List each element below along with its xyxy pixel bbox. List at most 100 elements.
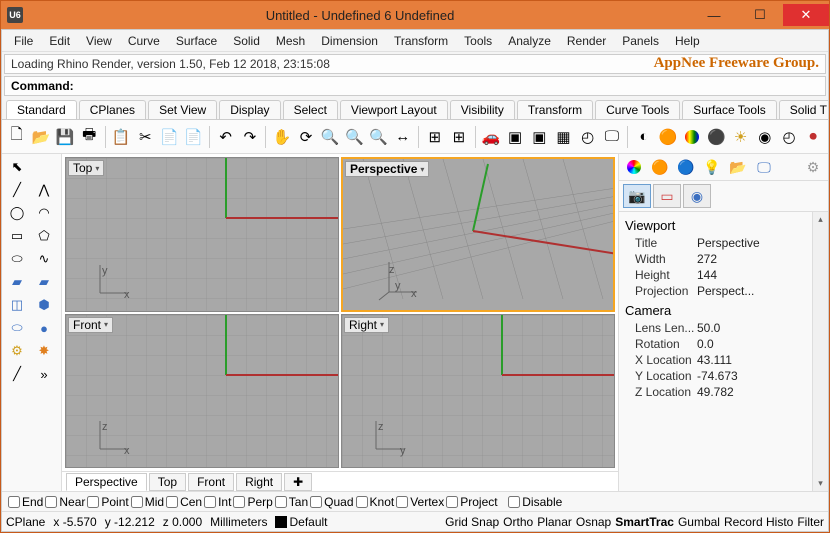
viewport-top-label[interactable]: Top▾: [68, 160, 104, 176]
tab-standard[interactable]: Standard: [6, 100, 77, 119]
viewport-perspective[interactable]: Perspective▾ zxy: [341, 157, 615, 312]
scroll-down-icon[interactable]: ▾: [816, 476, 825, 491]
undo-icon[interactable]: ↶: [215, 124, 236, 150]
car-icon[interactable]: 🚗: [480, 124, 501, 150]
vtab-front[interactable]: Front: [188, 473, 234, 491]
vtab-top[interactable]: Top: [149, 473, 186, 491]
viewport-perspective-label[interactable]: Perspective▾: [345, 161, 429, 177]
menu-edit[interactable]: Edit: [41, 32, 78, 50]
osnap-project[interactable]: Project: [446, 495, 497, 509]
osnap-near[interactable]: Near: [45, 495, 85, 509]
tab-cplanes[interactable]: CPlanes: [79, 100, 146, 119]
cplane-icon[interactable]: ▣: [505, 124, 526, 150]
explode-icon[interactable]: ✸: [31, 340, 57, 362]
menu-file[interactable]: File: [6, 32, 41, 50]
tab-select[interactable]: Select: [283, 100, 338, 119]
menu-mesh[interactable]: Mesh: [268, 32, 313, 50]
ellipse-icon[interactable]: ⬭: [4, 248, 30, 270]
render-icon[interactable]: 🟠: [657, 124, 678, 150]
paste-icon[interactable]: 📄: [159, 124, 180, 150]
prop-rotation[interactable]: Rotation0.0: [623, 336, 826, 352]
prop-xloc[interactable]: X Location43.111: [623, 352, 826, 368]
menu-solid[interactable]: Solid: [225, 32, 268, 50]
tab-curvetools[interactable]: Curve Tools: [595, 100, 680, 119]
prop-yloc[interactable]: Y Location-74.673: [623, 368, 826, 384]
line-icon[interactable]: ╱: [4, 179, 30, 201]
print-icon[interactable]: 🖶: [79, 124, 100, 150]
curve-icon[interactable]: ∿: [31, 248, 57, 270]
status-cplane[interactable]: CPlane: [6, 515, 45, 529]
osnap-mid[interactable]: Mid: [131, 495, 164, 509]
menu-curve[interactable]: Curve: [120, 32, 168, 50]
menu-transform[interactable]: Transform: [386, 32, 456, 50]
prop-title[interactable]: TitlePerspective: [623, 235, 826, 251]
command-line[interactable]: Command:: [4, 76, 826, 96]
panel-gear-icon[interactable]: ⚙: [802, 157, 824, 177]
env-icon[interactable]: ⚫: [706, 124, 727, 150]
mode-recordhistory[interactable]: Record Histo: [724, 515, 793, 529]
shade-icon[interactable]: ◐: [633, 124, 654, 150]
save-icon[interactable]: 💾: [54, 124, 75, 150]
mode-planar[interactable]: Planar: [537, 515, 572, 529]
new-icon[interactable]: 🗋: [6, 124, 27, 150]
chevron-down-icon[interactable]: ▾: [420, 165, 424, 174]
record-icon[interactable]: ⏺: [803, 124, 824, 150]
tab-setview[interactable]: Set View: [148, 100, 217, 119]
osnap-cen[interactable]: Cen: [166, 495, 202, 509]
cylinder-icon[interactable]: ⬭: [4, 317, 30, 339]
vtab-right[interactable]: Right: [236, 473, 282, 491]
tab-surfacetools[interactable]: Surface Tools: [682, 100, 777, 119]
mode-rect-icon[interactable]: ▭: [653, 184, 681, 208]
viewport-right[interactable]: Right▾ zy: [341, 314, 615, 469]
menu-tools[interactable]: Tools: [456, 32, 500, 50]
named-cplane-icon[interactable]: ▣: [529, 124, 550, 150]
pan-icon[interactable]: ✋: [271, 124, 292, 150]
viewport-front-label[interactable]: Front▾: [68, 317, 113, 333]
maximize-button[interactable]: ☐: [737, 4, 783, 26]
expand-icon[interactable]: »: [31, 363, 57, 385]
vtab-perspective[interactable]: Perspective: [66, 473, 147, 491]
osnap-point[interactable]: Point: [87, 495, 128, 509]
cut-icon[interactable]: ✂: [135, 124, 156, 150]
cplane-grid-icon[interactable]: ▦: [553, 124, 574, 150]
prop-zloc[interactable]: Z Location49.782: [623, 384, 826, 400]
layout-icon[interactable]: ⊞: [448, 124, 469, 150]
menu-surface[interactable]: Surface: [168, 32, 225, 50]
tab-solidtools[interactable]: Solid T: [779, 100, 828, 119]
zoom-selected-icon[interactable]: ↔: [392, 124, 413, 150]
menu-render[interactable]: Render: [559, 32, 614, 50]
more-icon[interactable]: ╱: [4, 363, 30, 385]
properties-icon[interactable]: ◴: [778, 124, 799, 150]
mode-ortho[interactable]: Ortho: [503, 515, 533, 529]
tab-viewportlayout[interactable]: Viewport Layout: [340, 100, 448, 119]
zoom-window-icon[interactable]: 🔍: [344, 124, 365, 150]
polygon-icon[interactable]: ⬠: [31, 225, 57, 247]
mode-camera-icon[interactable]: 📷: [623, 184, 651, 208]
panel-display-icon[interactable]: 🖵: [753, 157, 775, 177]
prop-height[interactable]: Height144: [623, 267, 826, 283]
osnap-int[interactable]: Int: [204, 495, 231, 509]
panel-light-icon[interactable]: 💡: [701, 157, 723, 177]
minimize-button[interactable]: —: [691, 4, 737, 26]
surface-icon[interactable]: ▰: [4, 271, 30, 293]
osnap-tan[interactable]: Tan: [275, 495, 308, 509]
arc-icon[interactable]: ◠: [31, 202, 57, 224]
chevron-down-icon[interactable]: ▾: [95, 164, 99, 173]
osnap-knot[interactable]: Knot: [356, 495, 395, 509]
vtab-add[interactable]: ✚: [284, 473, 312, 491]
rotate-icon[interactable]: ⟳: [295, 124, 316, 150]
sphere-icon[interactable]: ●: [31, 317, 57, 339]
menu-analyze[interactable]: Analyze: [500, 32, 559, 50]
gear-icon[interactable]: ⚙: [4, 340, 30, 362]
polyline-icon[interactable]: ⋀: [31, 179, 57, 201]
chevron-down-icon[interactable]: ▾: [380, 320, 384, 329]
osnap-perp[interactable]: Perp: [233, 495, 272, 509]
status-layer[interactable]: Default: [275, 515, 327, 529]
chevron-down-icon[interactable]: ▾: [104, 320, 108, 329]
close-button[interactable]: ✕: [783, 4, 829, 26]
osnap-quad[interactable]: Quad: [310, 495, 353, 509]
rect-icon[interactable]: ▭: [4, 225, 30, 247]
panel-materials-icon[interactable]: 🟠: [649, 157, 671, 177]
scrollbar[interactable]: ▴▾: [812, 212, 828, 491]
osnap-disable[interactable]: Disable: [508, 495, 562, 509]
